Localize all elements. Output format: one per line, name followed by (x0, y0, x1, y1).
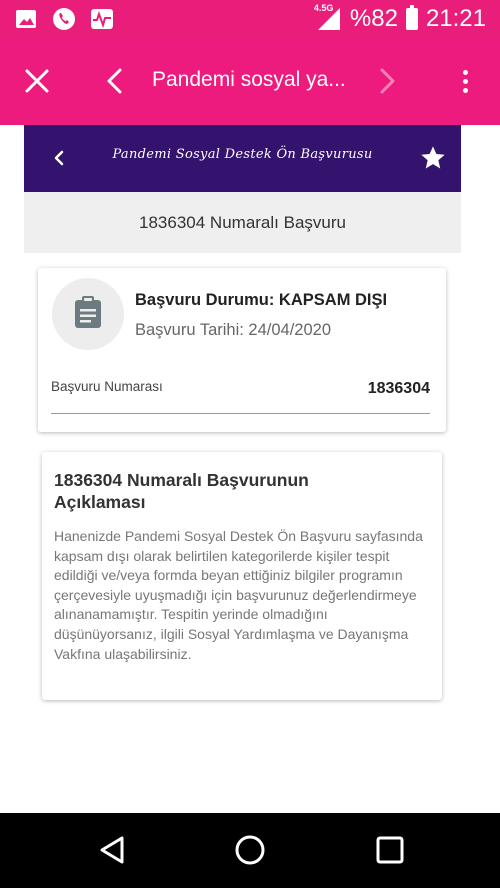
page-title: Pandemi Sosyal Destek Ön Başvurusu (112, 147, 373, 162)
nav-back-icon[interactable] (96, 833, 130, 867)
explanation-body: Hanenizde Pandemi Sosyal Destek Ön Başvu… (54, 528, 423, 662)
activity-icon (90, 7, 114, 31)
application-status: Başvuru Durumu: KAPSAM DIŞI (135, 291, 388, 309)
more-vert-icon[interactable] (450, 66, 480, 96)
application-status-card: Başvuru Durumu: KAPSAM DIŞI Başvuru Tari… (38, 268, 446, 432)
navigation-bar (0, 813, 500, 888)
clipboard-icon (72, 295, 104, 334)
image-icon (14, 7, 38, 31)
browser-toolbar: Pandemi sosyal ya... (0, 38, 500, 125)
nav-home-icon[interactable] (233, 833, 267, 867)
browser-title: Pandemi sosyal ya... (152, 68, 346, 91)
network-type: 4.5G (313, 3, 334, 13)
forward-arrow-icon[interactable] (372, 66, 402, 96)
explanation-card: 1836304 Numaralı Başvurunun Açıklaması H… (42, 452, 442, 700)
divider (51, 413, 430, 414)
battery-icon (405, 5, 418, 30)
back-arrow-icon[interactable] (100, 66, 130, 96)
application-heading: 1836304 Numaralı Başvuru (24, 192, 461, 253)
application-date: Başvuru Tarihi: 24/04/2020 (135, 321, 331, 339)
phone-icon (52, 7, 76, 31)
explanation-title: 1836304 Numaralı Başvurunun Açıklaması (54, 470, 309, 512)
status-bar: 4.5G %82 21:21 (0, 0, 500, 38)
battery-percent: %82 (349, 5, 398, 32)
page-header: Pandemi Sosyal Destek Ön Başvurusu (24, 125, 461, 192)
signal-icon: 4.5G (314, 3, 342, 31)
nav-recents-icon[interactable] (373, 833, 407, 867)
avatar (52, 278, 124, 350)
close-icon[interactable] (22, 66, 52, 96)
application-number-label: Başvuru Numarası (51, 379, 163, 394)
application-number-value: 1836304 (367, 380, 430, 397)
star-icon[interactable] (419, 144, 447, 172)
clock: 21:21 (425, 5, 486, 32)
